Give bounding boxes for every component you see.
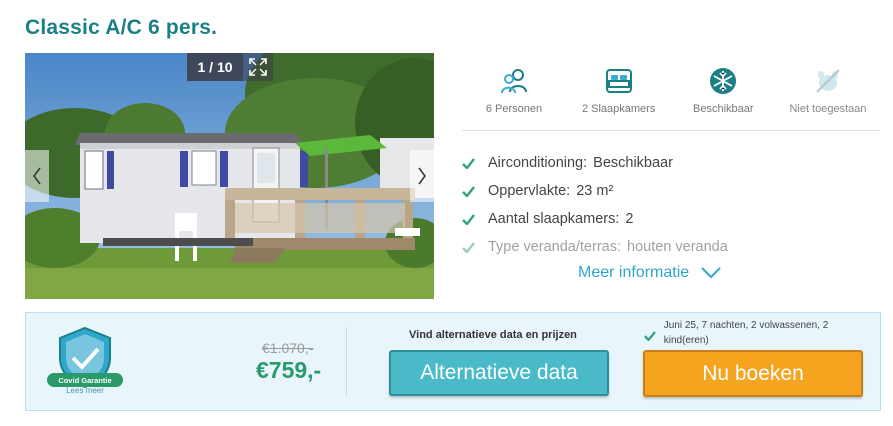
old-price: €1.070,- [262,340,314,356]
gallery-counter: 1 / 10 [187,53,243,81]
expand-icon [249,58,267,76]
fullscreen-button[interactable] [243,53,273,81]
gallery-photo[interactable] [25,53,434,299]
mobile-home-photo [25,53,434,299]
current-price: €759,- [256,357,322,383]
spec-value: Beschikbaar [593,155,673,171]
spec-item: Airconditioning: Beschikbaar [462,149,880,177]
spec-item: Type veranda/terras: houten veranda [462,233,880,261]
features-divider [462,130,880,131]
spec-item: Aantal slaapkamers: 2 [462,205,880,233]
check-icon [462,185,475,197]
feature-bedrooms-label: 2 Slaapkamers [581,103,656,115]
no-pets-icon [816,69,840,93]
feature-list: 6 Personen 2 Slaapkamers Beschikbaar Nie… [462,65,880,129]
chevron-right-icon [418,167,426,185]
chevron-left-icon [33,167,41,185]
alternative-dates-caption: Vind alternatieve data en prijzen [409,329,577,341]
chevron-down-icon [701,267,721,279]
alternative-dates-button[interactable]: Alternatieve data [389,350,609,396]
spec-value: 2 [625,211,634,227]
gallery-next-button[interactable] [410,150,434,202]
spec-label: Oppervlakte: [488,183,571,199]
book-now-button[interactable]: Nu boeken [643,350,863,397]
spec-item: Oppervlakte: 23 m² [462,177,880,205]
feature-persons: 6 Personen [462,65,566,129]
guarantee-read-more-link[interactable]: Lees meer [53,386,117,395]
more-info-label: Meer informatie [578,264,690,281]
snowflake-icon [710,68,737,94]
price-divider [346,327,347,397]
spec-value: houten veranda [627,239,728,255]
more-info-link[interactable]: Meer informatie [578,264,721,282]
feature-airco-label: Beschikbaar [693,103,754,115]
check-icon [462,157,475,169]
feature-airco: Beschikbaar [671,65,775,129]
persons-icon [501,69,527,94]
spec-value: 23 m² [576,183,614,199]
feature-pets-label: Niet toegestaan [789,103,867,115]
check-icon [644,331,656,342]
feature-bedrooms: 2 Slaapkamers [567,65,671,129]
spec-label: Type veranda/terras: [488,239,621,255]
feature-persons-label: 6 Personen [485,103,543,115]
accommodation-title: Classic A/C 6 pers. [25,16,218,39]
booking-bar: Covid Garantie Lees meer €1.070,- €759,-… [25,312,881,411]
gallery-prev-button[interactable] [25,150,49,202]
feature-pets: Niet toegestaan [776,65,880,129]
guarantee-label: Covid Garantie [58,376,111,385]
spec-list: Airconditioning: Beschikbaar Oppervlakte… [462,149,880,261]
check-icon [462,213,475,225]
bedroom-icon [605,69,632,93]
booking-summary-text: Juni 25, 7 nachten, 2 volwassenen, 2 kin… [663,320,829,346]
booking-summary: Juni 25, 7 nachten, 2 volwassenen, 2 kin… [644,318,854,348]
spec-label: Aantal slaapkamers: [488,211,620,227]
check-icon [462,241,475,253]
spec-label: Airconditioning: [488,155,588,171]
